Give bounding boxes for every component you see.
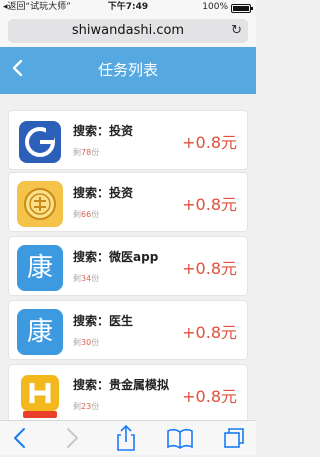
browser-address-area: shiwandashi.com ↻ <box>0 15 256 47</box>
reload-icon[interactable]: ↻ <box>231 19 242 43</box>
coin-logo-icon <box>17 181 63 227</box>
status-bar: ◂返回“试玩大师” 下午7:49 100% <box>0 0 256 15</box>
battery-icon <box>231 4 253 13</box>
page-header: 任务列表 <box>0 47 256 94</box>
reward-amount: +0.8元 <box>182 323 237 342</box>
back-arrow-icon[interactable] <box>0 423 40 453</box>
remaining-count: 剩30份 <box>73 338 100 347</box>
reward-amount: +0.8元 <box>182 195 237 214</box>
task-title: 搜索：医生 <box>73 314 134 328</box>
remaining-count: 剩34份 <box>73 274 100 283</box>
h-logo-icon <box>17 373 63 419</box>
task-card[interactable]: 康 搜索：微医app 剩34份 +0.8元 <box>8 236 248 296</box>
circle-g-logo-icon <box>17 119 63 165</box>
remaining-count: 剩66份 <box>73 210 100 219</box>
task-card[interactable]: 康 搜索：医生 剩30份 +0.8元 <box>8 300 248 360</box>
url-text: shiwandashi.com <box>71 23 185 38</box>
kang-logo-icon: 康 <box>17 309 63 355</box>
tabs-icon[interactable] <box>214 423 254 453</box>
reward-amount: +0.8元 <box>182 387 237 406</box>
bookmarks-icon[interactable] <box>160 423 200 453</box>
kang-logo-icon: 康 <box>17 245 63 291</box>
forward-arrow-icon[interactable] <box>52 423 92 453</box>
task-card[interactable]: 搜索：贵金属模拟 剩23份 +0.8元 <box>8 364 248 420</box>
task-title: 搜索：投资 <box>73 124 134 138</box>
remaining-count: 剩78份 <box>73 148 100 157</box>
task-title: 搜索：贵金属模拟 <box>73 378 170 392</box>
battery-percent: 100% <box>202 2 228 12</box>
task-list: 搜索：投资 剩78份 +0.8元 搜索：投资 剩66份 +0.8元 康 搜索：微… <box>0 94 256 420</box>
reward-amount: +0.8元 <box>182 133 237 152</box>
browser-toolbar <box>0 420 256 455</box>
task-title: 搜索：微医app <box>73 250 159 264</box>
task-title: 搜索：投资 <box>73 186 134 200</box>
remaining-count: 剩23份 <box>73 402 100 411</box>
page-title: 任务列表 <box>97 61 158 79</box>
task-card[interactable]: 搜索：投资 剩78份 +0.8元 <box>8 110 248 170</box>
reward-amount: +0.8元 <box>182 259 237 278</box>
share-icon[interactable] <box>106 423 146 453</box>
address-bar[interactable]: shiwandashi.com ↻ <box>8 19 248 43</box>
task-card[interactable]: 搜索：投资 剩66份 +0.8元 <box>8 172 248 232</box>
